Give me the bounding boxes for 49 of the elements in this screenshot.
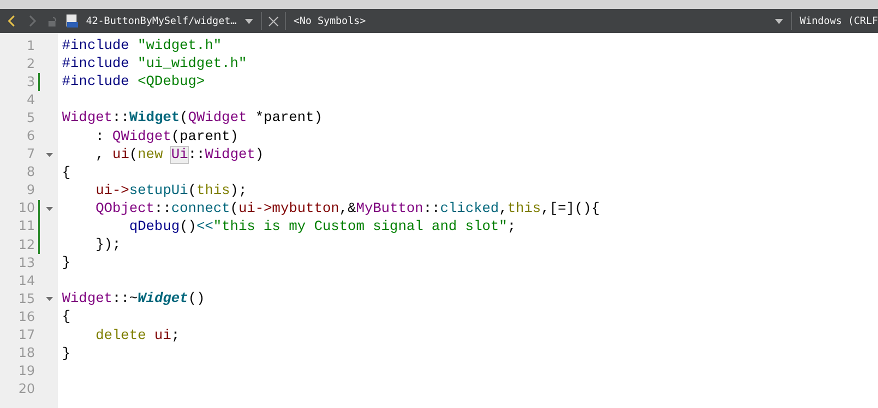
line-number: 9 bbox=[26, 183, 35, 198]
line-number: 2 bbox=[26, 56, 35, 72]
line-number: 16 bbox=[17, 310, 35, 325]
code-line: } bbox=[62, 255, 70, 272]
code-line: QObject::connect(ui->mybutton,&MyButton::clicked,this,[=](){ bbox=[94, 200, 600, 217]
code-line: qDebug()<<"this is my Custom signal and slot"; bbox=[128, 218, 516, 235]
code-line: #include <QDebug> bbox=[62, 74, 205, 90]
file-name[interactable]: 42-ButtonByMySelf/widget… bbox=[82, 16, 241, 26]
code-line: }); bbox=[94, 237, 121, 254]
file-icon bbox=[66, 14, 78, 28]
dropdown-caret-icon[interactable] bbox=[774, 18, 783, 24]
code-line: , ui(new Ui::Widget) bbox=[94, 146, 264, 163]
fold-arrow-icon[interactable] bbox=[46, 297, 52, 302]
code-line: } bbox=[62, 346, 70, 362]
line-number: 5 bbox=[26, 110, 35, 126]
code-line: ui->setupUi(this); bbox=[94, 182, 247, 199]
line-number: 15 bbox=[17, 292, 35, 307]
code-line: Widget::~Widget() bbox=[62, 291, 205, 308]
code-line: Widget::Widget(QWidget *parent) bbox=[62, 110, 322, 126]
line-number: 20 bbox=[17, 382, 35, 398]
close-icon bbox=[268, 16, 279, 26]
line-number: 13 bbox=[17, 256, 35, 271]
line-number: 17 bbox=[17, 328, 35, 344]
fold-arrow-icon[interactable] bbox=[46, 206, 52, 211]
line-number: 3 bbox=[26, 74, 35, 90]
line-number: 4 bbox=[26, 92, 35, 108]
line-number: 7 bbox=[26, 147, 35, 162]
dropdown-caret-icon[interactable] bbox=[244, 18, 253, 24]
code-line: { bbox=[62, 309, 70, 326]
line-number: 12 bbox=[17, 238, 35, 253]
line-number: 14 bbox=[17, 274, 35, 289]
fold-arrow-icon[interactable] bbox=[46, 152, 52, 157]
chevron-left-icon bbox=[7, 15, 15, 27]
line-number: 11 bbox=[17, 219, 35, 234]
code-line: delete ui; bbox=[94, 328, 180, 344]
line-ending-dropdown[interactable]: Windows (CRLF bbox=[796, 16, 878, 26]
code-line: { bbox=[62, 164, 70, 181]
chevron-right-icon bbox=[29, 15, 37, 27]
lock-icon bbox=[48, 16, 58, 26]
line-number: 19 bbox=[17, 364, 35, 380]
code-line: #include "ui_widget.h" bbox=[62, 56, 247, 72]
line-number: 6 bbox=[26, 129, 35, 144]
line-number: 18 bbox=[17, 346, 35, 362]
line-number: 10 bbox=[17, 201, 35, 216]
code-line: #include "widget.h" bbox=[62, 38, 222, 54]
line-number: 1 bbox=[26, 38, 35, 54]
code-line: : QWidget(parent) bbox=[94, 128, 238, 145]
symbols-dropdown[interactable]: <No Symbols> bbox=[290, 16, 370, 26]
line-number: 8 bbox=[26, 165, 35, 180]
